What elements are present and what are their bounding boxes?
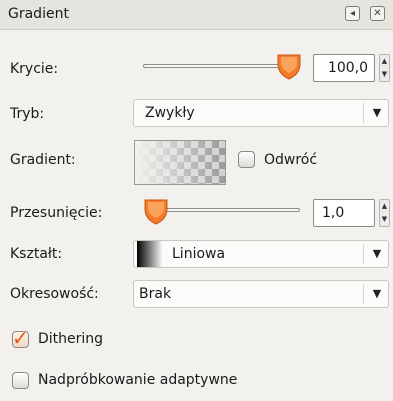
offset-spinner[interactable]: ▲ ▼: [379, 199, 390, 227]
combo-separator: [363, 284, 364, 304]
panel-title: Gradient: [8, 6, 69, 22]
combo-separator: [363, 103, 364, 123]
spin-up-icon[interactable]: ▲: [380, 200, 389, 213]
spin-down-icon[interactable]: ▼: [380, 68, 389, 81]
dithering-checkbox[interactable]: ✓: [12, 326, 29, 350]
opacity-spinner[interactable]: ▲ ▼: [379, 54, 390, 82]
reverse-label: Odwróć: [264, 152, 318, 168]
chevron-down-icon[interactable]: ▼: [370, 106, 384, 119]
repeat-dropdown[interactable]: Brak ▼: [133, 280, 389, 308]
shape-label: Kształt:: [10, 246, 63, 262]
repeat-value: Brak: [139, 286, 172, 302]
offset-slider-thumb[interactable]: [143, 197, 169, 225]
close-icon[interactable]: ✕: [370, 6, 385, 21]
reverse-checkbox[interactable]: [238, 151, 255, 168]
opacity-slider-thumb[interactable]: [276, 52, 302, 80]
gradient-preview-button[interactable]: [134, 140, 226, 185]
spin-up-icon[interactable]: ▲: [380, 55, 389, 68]
shape-dropdown[interactable]: Liniowa ▼: [133, 240, 389, 268]
gradient-label: Gradient:: [10, 152, 76, 168]
offset-value: 1,0: [322, 205, 345, 221]
spin-down-icon[interactable]: ▼: [380, 213, 389, 226]
opacity-value-input[interactable]: 100,0: [313, 54, 375, 82]
checkmark-icon: ✓: [12, 326, 29, 350]
shape-value: Liniowa: [172, 246, 226, 262]
dithering-label: Dithering: [38, 331, 104, 347]
mode-label: Tryb:: [10, 106, 45, 122]
chevron-down-icon[interactable]: ▼: [370, 287, 384, 300]
combo-separator: [363, 244, 364, 264]
opacity-slider-track[interactable]: [143, 64, 293, 68]
chevron-down-icon[interactable]: ▼: [370, 247, 384, 260]
opacity-label: Krycie:: [10, 61, 59, 77]
offset-value-input[interactable]: 1,0: [313, 199, 375, 227]
mode-value: Zwykły: [145, 105, 195, 121]
supersampling-checkbox[interactable]: [12, 372, 29, 389]
mode-dropdown[interactable]: Zwykły ▼: [133, 99, 389, 127]
panel-menu-icon[interactable]: ◂: [345, 6, 360, 21]
linear-shape-icon: [137, 241, 163, 267]
repeat-label: Okresowość:: [10, 286, 99, 302]
offset-label: Przesunięcie:: [10, 205, 103, 221]
offset-slider-track[interactable]: [152, 208, 300, 212]
supersampling-label: Nadpróbkowanie adaptywne: [38, 372, 238, 388]
opacity-value: 100,0: [327, 60, 368, 76]
